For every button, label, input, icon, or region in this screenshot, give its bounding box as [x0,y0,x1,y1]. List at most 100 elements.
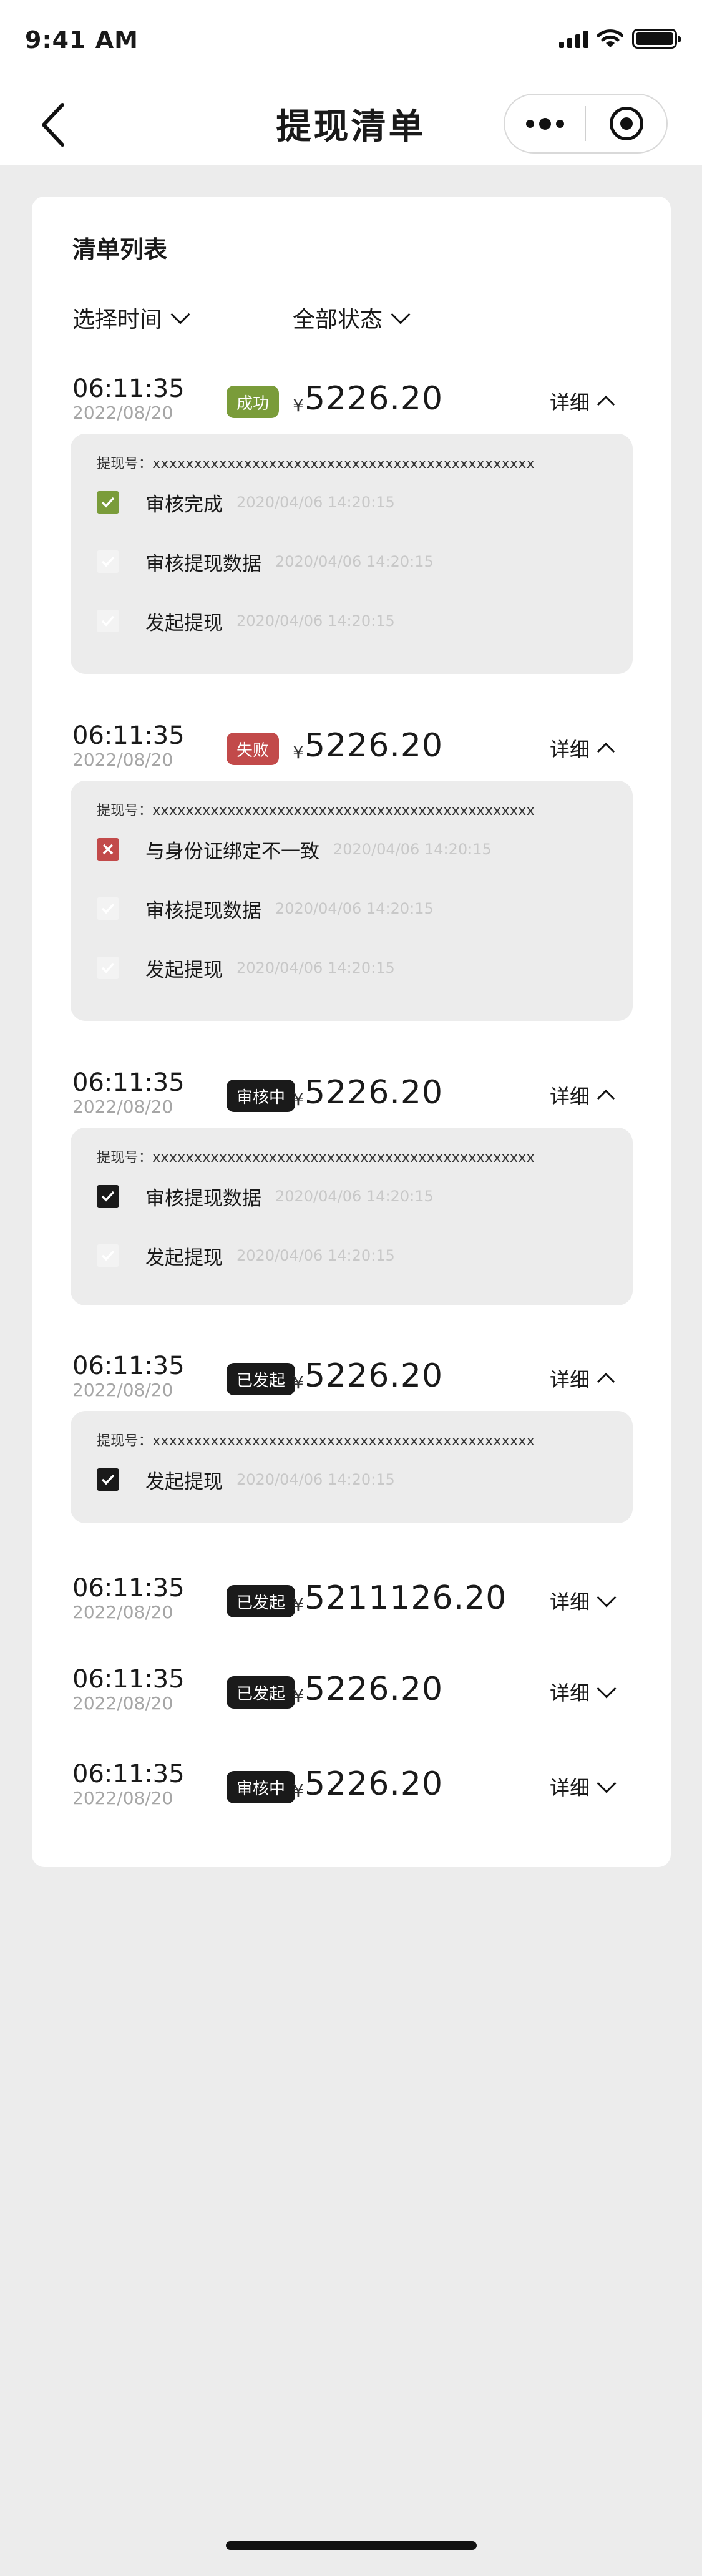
status-badge: 成功 [227,386,280,418]
step-time: 2020/04/06 14:20:15 [333,841,492,858]
record-amount: 5226.20 [305,727,444,764]
chevron-down-icon [170,305,190,324]
step-item: 审核提现数据 2020/04/06 14:20:15 [97,896,434,922]
time-filter-dropdown[interactable]: 选择时间 [72,301,190,334]
chevron-up-icon [597,1372,615,1391]
chevron-up-icon [597,1089,615,1108]
step-time: 2020/04/06 14:20:15 [236,1247,395,1264]
record-detail-panel: 提现号：xxxxxxxxxxxxxxxxxxxxxxxxxxxxxxxxxxxx… [71,781,633,1021]
currency-symbol: ¥ [293,742,304,763]
withdraw-number: 提现号：xxxxxxxxxxxxxxxxxxxxxxxxxxxxxxxxxxxx… [97,1150,535,1166]
step-label: 审核完成 [145,493,223,516]
record-amount: 5211126.20 [305,1579,507,1617]
status-badge: 已发起 [227,1585,296,1617]
withdraw-number: 提现号：xxxxxxxxxxxxxxxxxxxxxxxxxxxxxxxxxxxx… [97,1433,535,1449]
checkbox-pending-icon [97,957,119,979]
status-icons [559,29,681,49]
record-amount: 5226.20 [305,1671,444,1708]
record-date: 2022/08/20 [72,1602,173,1622]
list-title: 清单列表 [72,236,168,263]
step-item: 审核提现数据 2020/04/06 14:20:15 [97,549,434,575]
step-time: 2020/04/06 14:20:15 [236,959,395,977]
checkbox-failed-icon [97,838,119,861]
close-circle-icon[interactable] [586,95,666,152]
record-time: 06:11:35 [72,1665,185,1694]
more-dots-icon[interactable] [505,95,585,152]
detail-toggle[interactable]: 详细 [550,387,615,416]
chevron-down-icon [391,305,411,324]
detail-label: 详细 [550,1776,590,1800]
status-badge: 审核中 [227,1771,296,1803]
record-amount: 5226.20 [305,1765,444,1803]
currency-symbol: ¥ [293,1089,304,1110]
currency-symbol: ¥ [293,395,304,416]
step-label: 发起提现 [145,1246,223,1269]
detail-toggle[interactable]: 详细 [550,1677,617,1706]
step-item: 发起提现 2020/04/06 14:20:15 [97,1467,395,1493]
chevron-down-icon [597,1773,617,1793]
withdraw-number: 提现号：xxxxxxxxxxxxxxxxxxxxxxxxxxxxxxxxxxxx… [97,803,535,819]
detail-toggle[interactable]: 详细 [550,1081,615,1110]
miniprogram-capsule [504,94,668,154]
currency-symbol: ¥ [293,1372,304,1393]
record-time: 06:11:35 [72,374,185,403]
checkbox-pending-icon [97,610,119,632]
checkbox-pending-icon [97,550,119,573]
step-time: 2020/04/06 14:20:15 [275,1188,434,1205]
step-item: 发起提现 2020/04/06 14:20:15 [97,608,395,635]
status-time: 9:41 AM [25,26,139,54]
record-date: 2022/08/20 [72,1380,173,1400]
step-label: 与身份证绑定不一致 [145,840,319,863]
detail-toggle[interactable]: 详细 [550,1586,617,1615]
record-time: 06:11:35 [72,721,185,750]
time-filter-label: 选择时间 [72,307,163,333]
nav-bar: 提现清单 [0,81,702,165]
checkbox-checked-icon [97,491,119,514]
record-date: 2022/08/20 [72,1096,173,1117]
wifi-icon [597,29,623,47]
detail-label: 详细 [550,1368,590,1392]
detail-toggle[interactable]: 详细 [550,734,615,763]
record-detail-panel: 提现号：xxxxxxxxxxxxxxxxxxxxxxxxxxxxxxxxxxxx… [71,1411,633,1523]
step-item: 审核提现数据 2020/04/06 14:20:15 [97,1184,434,1210]
withdraw-number: 提现号：xxxxxxxxxxxxxxxxxxxxxxxxxxxxxxxxxxxx… [97,456,535,472]
record-detail-panel: 提现号：xxxxxxxxxxxxxxxxxxxxxxxxxxxxxxxxxxxx… [71,1128,633,1305]
record-time: 06:11:35 [72,1352,185,1380]
step-label: 审核提现数据 [145,1187,261,1210]
checkbox-pending-icon [97,897,119,920]
record-amount: 5226.20 [305,380,444,417]
record-amount: 5226.20 [305,1074,444,1111]
detail-toggle[interactable]: 详细 [550,1772,617,1801]
status-filter-dropdown[interactable]: 全部状态 [293,301,411,334]
status-badge: 失败 [227,733,280,765]
checkbox-checked-icon [97,1468,119,1491]
chevron-up-icon [597,395,615,414]
step-label: 审核提现数据 [145,552,261,575]
step-time: 2020/04/06 14:20:15 [275,900,434,917]
chevron-down-icon [597,1588,617,1608]
detail-label: 详细 [550,391,590,414]
step-time: 2020/04/06 14:20:15 [236,494,395,511]
checkbox-pending-icon [97,1244,119,1267]
status-filter-label: 全部状态 [293,307,383,333]
chevron-up-icon [597,742,615,761]
detail-label: 详细 [550,1590,590,1614]
detail-toggle[interactable]: 详细 [550,1364,615,1393]
step-label: 发起提现 [145,959,223,982]
record-time: 06:11:35 [72,1760,185,1788]
record-date: 2022/08/20 [72,402,173,423]
step-item: 审核完成 2020/04/06 14:20:15 [97,490,395,516]
record-date: 2022/08/20 [72,749,173,770]
detail-label: 详细 [550,1085,590,1108]
status-badge: 已发起 [227,1363,296,1395]
home-indicator [226,2541,477,2550]
step-time: 2020/04/06 14:20:15 [236,612,395,630]
step-label: 发起提现 [145,612,223,635]
record-detail-panel: 提现号：xxxxxxxxxxxxxxxxxxxxxxxxxxxxxxxxxxxx… [71,434,633,674]
status-bar: 9:41 AM [0,0,702,81]
step-item: 发起提现 2020/04/06 14:20:15 [97,955,395,982]
currency-symbol: ¥ [293,1686,304,1706]
withdraw-list-card: 清单列表 选择时间 全部状态 06:11:35 2022/08/20 成功 ¥ … [32,197,671,1867]
step-label: 审核提现数据 [145,899,261,922]
battery-icon [632,29,681,49]
